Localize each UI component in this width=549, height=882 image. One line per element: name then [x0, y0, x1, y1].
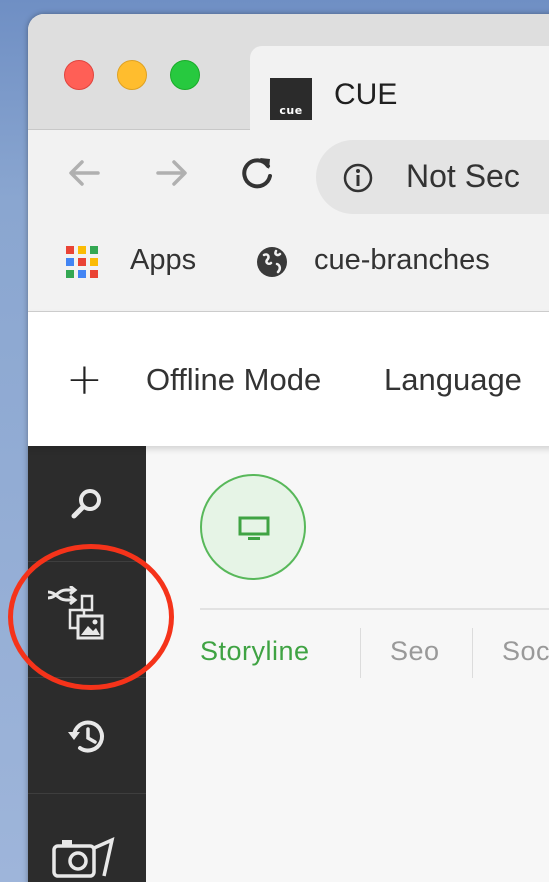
- info-icon[interactable]: [342, 162, 374, 194]
- forward-arrow-icon[interactable]: [148, 150, 194, 196]
- device-preview-button[interactable]: [200, 474, 306, 580]
- reload-icon[interactable]: [234, 150, 280, 196]
- tab-separator: [472, 628, 473, 678]
- minimize-window-button[interactable]: [117, 60, 147, 90]
- maximize-window-button[interactable]: [170, 60, 200, 90]
- tab-title: CUE: [334, 78, 398, 111]
- browser-window: cue CUE Not Sec Apps cue-branches + Offl…: [28, 14, 549, 882]
- desktop-monitor-icon: [238, 516, 270, 540]
- plus-icon[interactable]: +: [66, 358, 103, 402]
- close-window-button[interactable]: [64, 60, 94, 90]
- tab-strip: cue CUE: [28, 14, 549, 130]
- tab-separator: [360, 628, 361, 678]
- address-text: Not Sec: [406, 158, 520, 194]
- bookmark-apps[interactable]: Apps: [130, 244, 196, 277]
- tab-storyline[interactable]: Storyline: [200, 636, 310, 667]
- back-arrow-icon[interactable]: [62, 150, 108, 196]
- browser-toolbar: Not Sec: [28, 130, 549, 232]
- offline-mode-menu[interactable]: Offline Mode: [146, 362, 321, 398]
- sidebar-item-camera[interactable]: [28, 794, 146, 882]
- globe-icon: [257, 247, 287, 277]
- bookmark-cue-branches[interactable]: cue-branches: [314, 244, 490, 277]
- app-menu-bar: + Offline Mode Language: [28, 312, 549, 446]
- camera-icon: [52, 836, 115, 878]
- bookmarks-bar: Apps cue-branches: [28, 232, 549, 312]
- address-bar[interactable]: Not Sec: [316, 140, 549, 214]
- tab-seo[interactable]: Seo: [390, 636, 440, 667]
- language-menu[interactable]: Language: [384, 362, 522, 398]
- cue-favicon-icon: cue: [270, 78, 312, 120]
- browser-tab[interactable]: cue CUE: [250, 46, 549, 130]
- search-icon: [71, 489, 101, 519]
- annotation-highlight-circle: [8, 544, 174, 690]
- apps-grid-icon[interactable]: [66, 246, 98, 278]
- tab-social[interactable]: Soc: [502, 636, 549, 667]
- sidebar-item-history[interactable]: [28, 678, 146, 794]
- section-divider: [200, 608, 549, 610]
- content-area: Storyline Seo Soc: [146, 446, 549, 882]
- history-icon: [68, 720, 104, 753]
